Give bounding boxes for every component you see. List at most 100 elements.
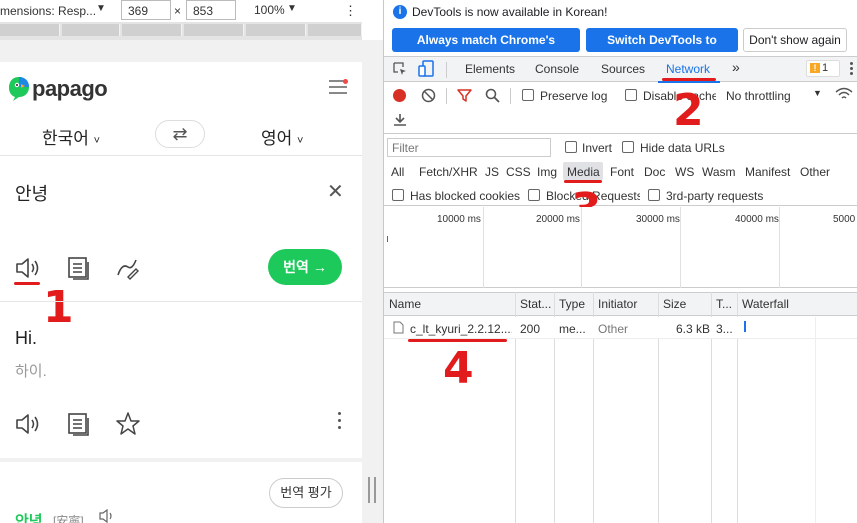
preserve-log-label: Preserve log: [540, 89, 608, 103]
invert-checkbox[interactable]: [565, 141, 577, 153]
filter-input[interactable]: Filter: [387, 138, 551, 157]
tab-elements[interactable]: Elements: [465, 62, 515, 76]
switch-korean-button[interactable]: Switch DevTools to Korean: [586, 28, 738, 71]
type-filter-wasm[interactable]: Wasm: [702, 165, 736, 179]
type-filter-font[interactable]: Font: [610, 165, 634, 179]
type-filter-doc[interactable]: Doc: [644, 165, 665, 179]
record-icon[interactable]: [393, 89, 406, 102]
type-filter-all[interactable]: All: [391, 165, 404, 179]
media-file-icon: [393, 321, 404, 334]
chevron-down-icon[interactable]: ▼: [813, 88, 822, 98]
type-filter-media[interactable]: Media: [567, 165, 600, 179]
translate-button[interactable]: 번역 →: [268, 249, 342, 285]
timeline-gridline: [680, 207, 681, 288]
disable-cache-checkbox[interactable]: [625, 89, 637, 101]
star-icon[interactable]: [115, 411, 141, 437]
column-header-time[interactable]: T...: [716, 297, 732, 311]
timeline-tick: 20000 ms: [536, 214, 580, 225]
request-name[interactable]: c_lt_kyuri_2.2.12....: [410, 322, 512, 336]
speaker-icon[interactable]: [98, 509, 118, 523]
more-options-icon[interactable]: [338, 412, 342, 433]
waterfall-bar: [744, 321, 746, 332]
issues-count: 1: [822, 62, 829, 74]
chevron-down-icon[interactable]: ▼: [96, 3, 106, 14]
target-language-label: 영어: [261, 129, 293, 148]
blocked-cookies-label: Has blocked cookies: [410, 189, 521, 203]
target-language-selector[interactable]: 영어 ˅: [261, 124, 303, 149]
column-header-type[interactable]: Type: [559, 297, 585, 311]
times-symbol: ×: [174, 4, 182, 18]
speaker-icon[interactable]: [14, 255, 40, 281]
speaker-icon[interactable]: [14, 411, 40, 437]
papago-logo-text[interactable]: papago: [32, 76, 108, 102]
source-language-label: 한국어: [42, 129, 89, 148]
height-input[interactable]: 853: [186, 0, 236, 20]
import-har-icon[interactable]: [393, 113, 407, 127]
result-pronunciation: 하이.: [15, 363, 47, 380]
type-filter-fetch-xhr[interactable]: Fetch/XHR: [419, 165, 478, 179]
dimensions-dropdown[interactable]: mensions: Resp...: [0, 4, 96, 18]
type-filter-js[interactable]: JS: [485, 165, 499, 179]
copy-icon[interactable]: [66, 411, 92, 437]
more-tabs-icon[interactable]: »: [732, 59, 740, 75]
column-header-initiator[interactable]: Initiator: [598, 297, 637, 311]
evaluate-translation-button[interactable]: 번역 평가: [269, 478, 343, 508]
papago-logo-icon: [9, 77, 29, 101]
match-language-button[interactable]: Always match Chrome's language: [392, 28, 580, 71]
chevron-down-icon: ˅: [93, 135, 101, 147]
tab-console[interactable]: Console: [535, 62, 579, 76]
filter-icon[interactable]: [457, 88, 472, 103]
source-text-input[interactable]: 안녕: [15, 180, 48, 206]
chevron-down-icon[interactable]: ▼: [287, 3, 297, 14]
preserve-log-checkbox[interactable]: [522, 89, 534, 101]
clear-icon[interactable]: [421, 88, 436, 103]
throttling-select[interactable]: No throttling: [726, 89, 791, 103]
annotation-number-1: 1: [43, 282, 74, 333]
hide-data-urls-label: Hide data URLs: [640, 141, 725, 155]
dictionary-word[interactable]: 안녕: [15, 510, 43, 523]
toolbar-separator: [446, 88, 447, 104]
inspect-element-icon[interactable]: [392, 61, 408, 77]
handwriting-icon[interactable]: [114, 255, 140, 281]
resize-handle[interactable]: [368, 477, 376, 503]
network-conditions-icon[interactable]: [834, 86, 854, 102]
swap-language-button[interactable]: ⇄: [155, 120, 205, 148]
request-time: 3...: [716, 322, 733, 336]
column-header-status[interactable]: Stat...: [520, 297, 551, 311]
third-party-checkbox[interactable]: [648, 189, 660, 201]
tab-sources[interactable]: Sources: [601, 62, 645, 76]
toolbar-separator: [510, 88, 511, 104]
request-initiator: Other: [598, 322, 629, 336]
tab-network[interactable]: Network: [666, 62, 710, 76]
annotation-underline-1: [14, 282, 40, 285]
timeline-gridline: [483, 207, 484, 288]
type-filter-manifest[interactable]: Manifest: [745, 165, 790, 179]
column-header-size[interactable]: Size: [663, 297, 686, 311]
request-type: me...: [559, 322, 586, 336]
copy-icon[interactable]: [66, 255, 92, 281]
toolbar-separator: [446, 62, 447, 78]
width-input[interactable]: 369: [121, 0, 171, 20]
clear-input-icon[interactable]: ✕: [327, 179, 344, 204]
blocked-requests-checkbox[interactable]: [528, 189, 540, 201]
zoom-dropdown[interactable]: 100%: [254, 3, 285, 17]
blocked-cookies-checkbox[interactable]: [392, 189, 404, 201]
type-filter-ws[interactable]: WS: [675, 165, 694, 179]
type-filter-css[interactable]: CSS: [506, 165, 531, 179]
type-filter-img[interactable]: Img: [537, 165, 557, 179]
column-header-name[interactable]: Name: [389, 297, 421, 311]
request-status: 200: [520, 322, 541, 336]
issues-badge[interactable]: ! 1: [806, 60, 840, 77]
search-icon[interactable]: [485, 88, 500, 103]
hide-data-urls-checkbox[interactable]: [622, 141, 634, 153]
type-filter-other[interactable]: Other: [800, 165, 830, 179]
more-options-icon[interactable]: ⋮: [344, 3, 357, 19]
warning-icon: !: [810, 63, 820, 74]
third-party-label: 3rd-party requests: [666, 189, 764, 203]
source-language-selector[interactable]: 한국어 ˅: [42, 124, 100, 149]
dont-show-again-button[interactable]: Don't show again: [743, 28, 847, 52]
column-header-waterfall[interactable]: Waterfall: [742, 297, 789, 311]
timeline-gridline: [779, 207, 780, 288]
device-toolbar-icon[interactable]: [418, 60, 435, 78]
devtools-menu-icon[interactable]: [850, 62, 853, 77]
